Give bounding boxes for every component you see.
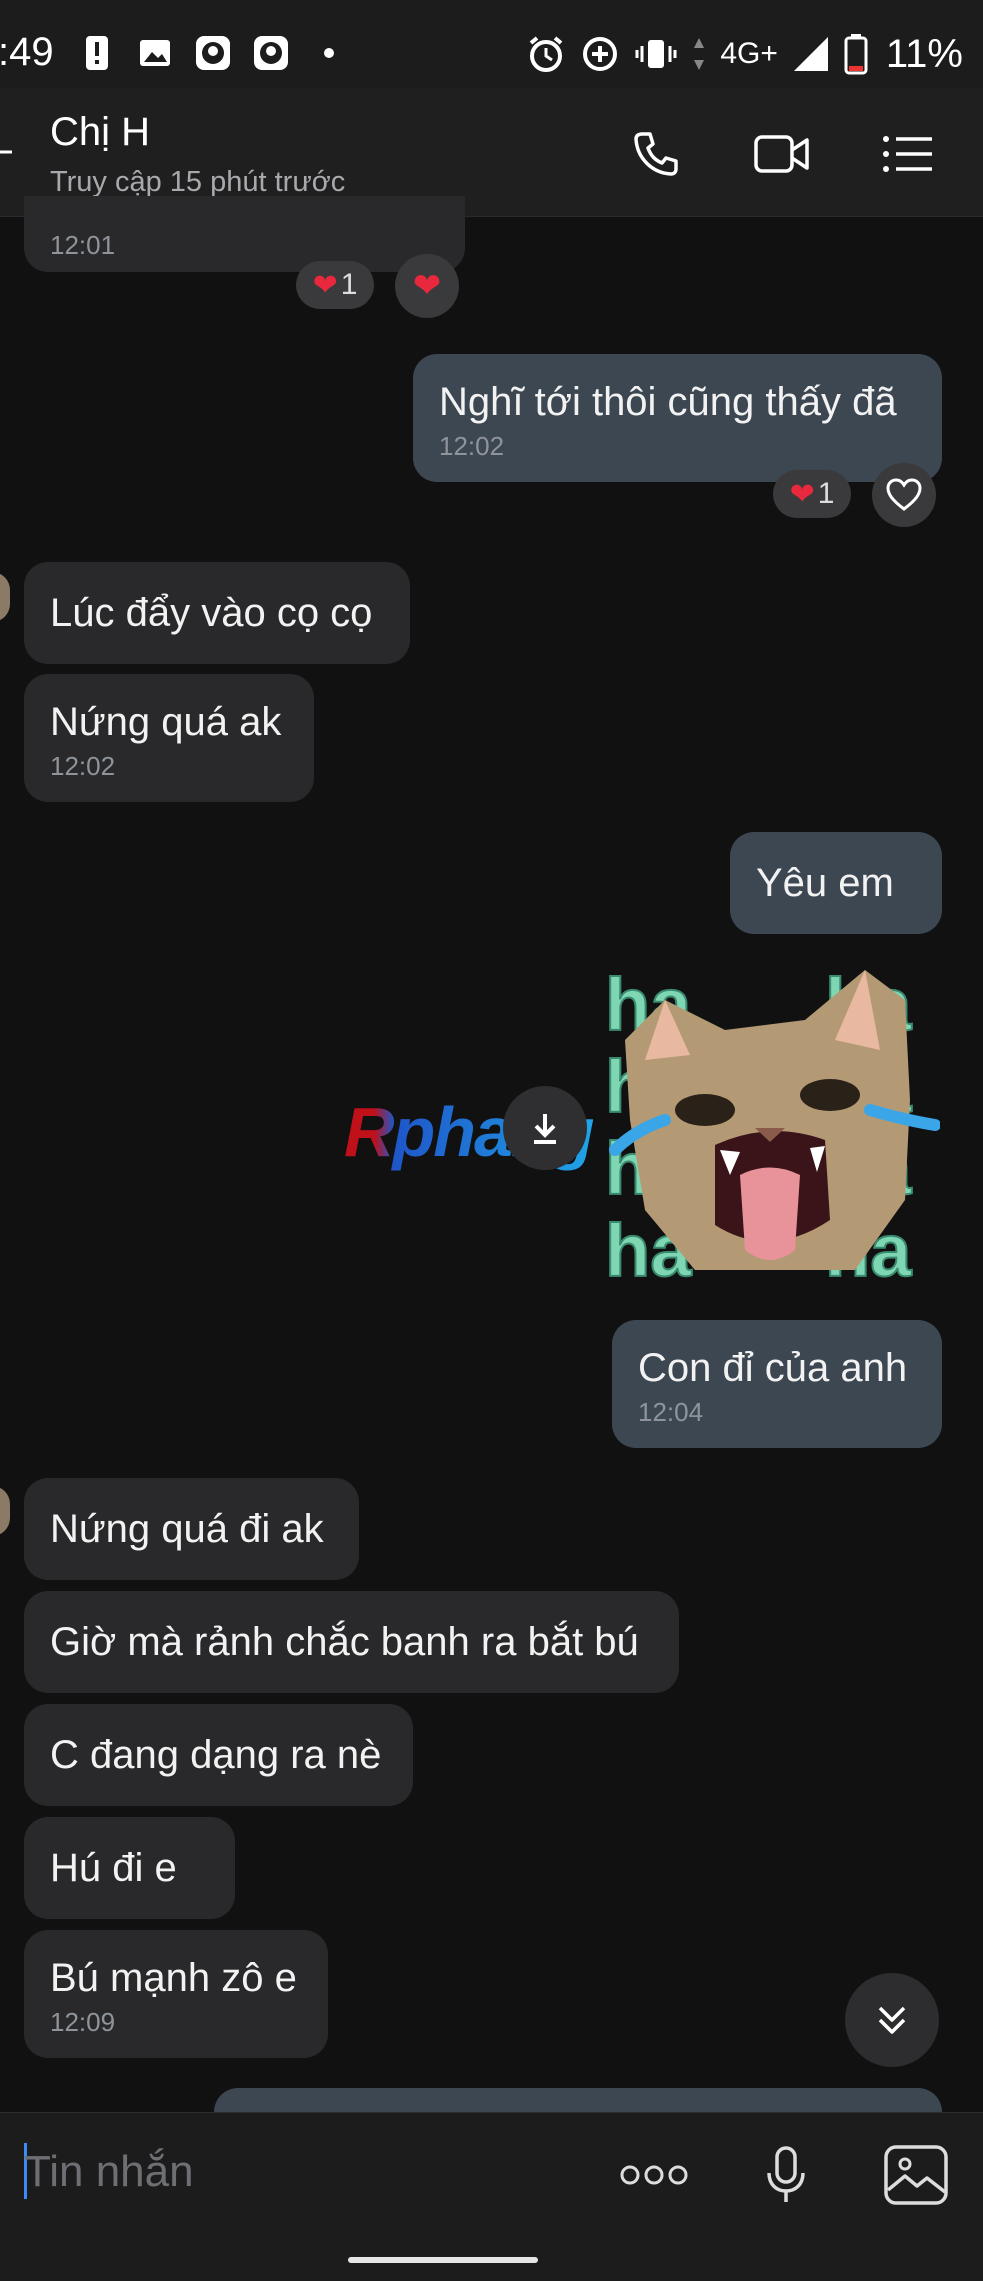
message-time: 12:02 <box>439 431 505 461</box>
add-reaction-button[interactable] <box>872 463 936 527</box>
status-time: :49 <box>0 30 54 74</box>
list-menu-icon <box>883 136 932 172</box>
voice-record-button[interactable] <box>750 2139 822 2211</box>
message-text: C đang dạng ra nè <box>50 1732 382 1777</box>
status-bar: :49 4G+ 11% <box>0 0 983 88</box>
message-incoming[interactable]: Giờ mà rảnh chắc banh ra bắt bú <box>24 1591 679 1693</box>
message-outgoing[interactable]: Nghĩ tới thôi cũng thấy đã 12:02 <box>413 354 942 482</box>
video-call-button[interactable] <box>752 124 812 184</box>
attach-image-button[interactable] <box>880 2139 952 2211</box>
microphone-icon <box>767 2146 805 2202</box>
network-activity-icon <box>694 38 705 70</box>
notification-icons <box>78 30 348 76</box>
chat-menu-button[interactable] <box>878 124 938 184</box>
reaction-heart-count[interactable]: ❤ 1 <box>296 261 374 309</box>
message-text: Lúc đẩy vào cọ cọ <box>50 590 373 635</box>
message-incoming[interactable]: 12:01 <box>24 196 465 272</box>
scroll-to-bottom-button[interactable] <box>845 1973 939 2067</box>
image-notification-icon <box>140 40 170 66</box>
phone-icon <box>634 132 678 176</box>
gallery-icon <box>884 2145 948 2205</box>
more-notifications-dot-icon <box>324 48 334 58</box>
voice-call-button[interactable] <box>626 124 686 184</box>
message-incoming[interactable]: Hú đi e <box>24 1817 235 1919</box>
contact-name[interactable]: Chị H <box>50 110 150 155</box>
laughing-cat-sticker[interactable]: ha ha ha ha ha ha ha ha <box>605 960 940 1282</box>
battery-icon <box>844 34 868 75</box>
app-notification-icon-2 <box>254 36 288 70</box>
message-outgoing[interactable]: Con đỉ của anh 12:04 <box>612 1320 942 1448</box>
video-camera-icon <box>754 135 809 173</box>
message-text: Giờ mà rảnh chắc banh ra bắt bú <box>50 1619 639 1664</box>
reaction-count: 1 <box>340 268 358 301</box>
heart-icon: ❤ <box>312 268 338 302</box>
message-text: Yêu em <box>756 860 894 905</box>
message-composer: Tin nhắn <box>0 2112 983 2281</box>
message-time: 12:04 <box>638 1397 704 1427</box>
message-time: 12:09 <box>50 2007 116 2037</box>
message-text: Nứng quá ak <box>50 700 282 744</box>
message-incoming[interactable]: Bú mạnh zô e 12:09 <box>24 1930 328 2058</box>
vibrate-icon <box>635 40 677 68</box>
system-icons: 4G+ 11% <box>526 28 963 80</box>
more-options-button[interactable] <box>618 2139 690 2211</box>
contact-avatar[interactable] <box>0 572 10 622</box>
more-dots-icon <box>620 2165 688 2185</box>
download-icon <box>534 1114 556 1144</box>
app-notification-icon <box>196 36 230 70</box>
message-text: Con đỉ của anh <box>638 1346 908 1390</box>
message-outgoing[interactable]: Yêu em <box>730 832 942 934</box>
cat-face <box>609 970 940 1270</box>
back-arrow-icon[interactable] <box>0 132 14 172</box>
reaction-count: 1 <box>817 477 835 510</box>
message-incoming[interactable]: Nứng quá đi ak <box>24 1478 359 1580</box>
contact-avatar[interactable] <box>0 1486 10 1536</box>
message-text: Hú đi e <box>50 1845 177 1890</box>
data-saver-icon <box>583 37 618 71</box>
add-reaction-button[interactable]: ❤ <box>395 254 459 318</box>
download-sticker-button[interactable] <box>503 1086 587 1170</box>
contact-status: Truy cập 15 phút trước <box>50 166 346 198</box>
battery-percent: 11% <box>885 31 963 76</box>
heart-icon: ❤ <box>412 267 442 305</box>
double-chevron-down-icon <box>878 2006 906 2034</box>
message-incoming[interactable]: Nứng quá ak 12:02 <box>24 674 314 802</box>
heart-outline-icon <box>886 478 922 511</box>
heart-icon: ❤ <box>789 477 815 511</box>
home-indicator[interactable] <box>348 2257 538 2263</box>
message-text: Nghĩ tới thôi cũng thấy đã <box>439 380 897 424</box>
message-incoming[interactable]: Lúc đẩy vào cọ cọ <box>24 562 410 664</box>
message-input[interactable]: Tin nhắn <box>24 2147 194 2197</box>
message-text: Nứng quá đi ak <box>50 1506 324 1551</box>
message-time: 12:02 <box>50 751 116 781</box>
alert-notification-icon <box>86 36 108 70</box>
message-text: Bú mạnh zô e <box>50 1956 297 2000</box>
network-type: 4G+ <box>720 37 778 70</box>
alarm-icon <box>530 36 563 72</box>
reaction-heart-count[interactable]: ❤ 1 <box>773 470 851 518</box>
message-incoming[interactable]: C đang dạng ra nè <box>24 1704 413 1806</box>
message-time: 12:01 <box>50 230 116 260</box>
signal-icon <box>793 37 828 71</box>
